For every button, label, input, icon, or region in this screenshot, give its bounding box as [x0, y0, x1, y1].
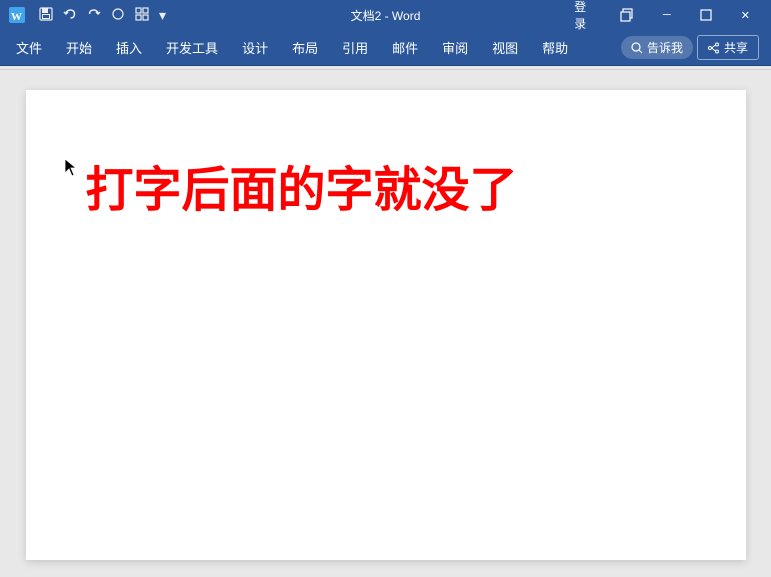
ribbon-right: 告诉我 共享 [621, 35, 767, 60]
search-icon [631, 42, 643, 54]
tab-design[interactable]: 设计 [230, 30, 280, 66]
minimize-button[interactable]: ─ [649, 0, 684, 30]
redo-button[interactable] [84, 5, 104, 26]
tab-mailings[interactable]: 邮件 [380, 30, 430, 66]
tab-insert[interactable]: 插入 [104, 30, 154, 66]
document-page[interactable]: 打字后面的字就没了 [26, 90, 746, 560]
search-label: 告诉我 [647, 39, 683, 56]
close-button[interactable]: ✕ [728, 0, 763, 30]
share-button[interactable]: 共享 [697, 35, 759, 60]
svg-text:W: W [11, 11, 22, 23]
title-bar: W [0, 0, 771, 30]
title-bar-controls: 登录 ─ ✕ [574, 0, 763, 32]
title-bar-left: W [8, 5, 197, 26]
document-main-text[interactable]: 打字后面的字就没了 [86, 150, 686, 220]
quick-access-toolbar: ▾ [36, 5, 169, 26]
title-bar-title: 文档2 - Word [197, 7, 575, 24]
circle-button[interactable] [108, 5, 128, 26]
tab-references[interactable]: 引用 [330, 30, 380, 66]
ribbon: 文件 开始 插入 开发工具 设计 布局 引用 邮件 审阅 视图 帮助 告诉我 [0, 30, 771, 66]
maximize-button[interactable] [688, 0, 723, 30]
document-title: 文档2 - Word [351, 9, 421, 23]
login-button[interactable]: 登录 [574, 0, 598, 32]
share-icon [708, 42, 720, 54]
save-button[interactable] [36, 5, 56, 26]
undo-button[interactable] [60, 5, 80, 26]
share-label: 共享 [724, 39, 748, 56]
tab-view[interactable]: 视图 [480, 30, 530, 66]
tab-developer[interactable]: 开发工具 [154, 30, 230, 66]
tab-review[interactable]: 审阅 [430, 30, 480, 66]
search-box[interactable]: 告诉我 [621, 36, 693, 59]
restore-button[interactable] [610, 0, 645, 30]
document-area: 打字后面的字就没了 [0, 70, 771, 577]
word-icon: W [8, 6, 26, 24]
tab-home[interactable]: 开始 [54, 30, 104, 66]
tab-layout[interactable]: 布局 [280, 30, 330, 66]
view-button[interactable] [132, 5, 152, 26]
tab-file[interactable]: 文件 [4, 30, 54, 66]
tab-help[interactable]: 帮助 [530, 30, 580, 66]
quick-access-dropdown[interactable]: ▾ [156, 5, 169, 26]
mouse-cursor [64, 158, 78, 178]
